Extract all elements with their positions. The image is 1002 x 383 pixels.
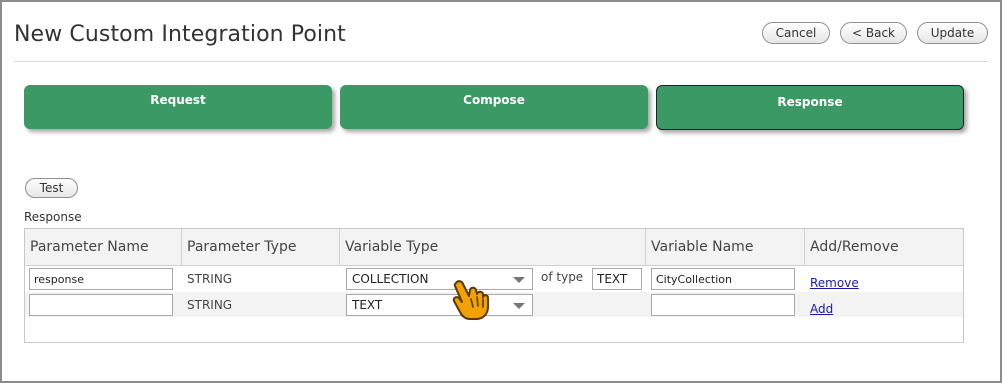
step-response[interactable]: Response [656, 85, 964, 130]
variable-name-input[interactable] [651, 268, 795, 290]
variable-type-selected: TEXT [352, 298, 383, 312]
response-parameters-table: Parameter Name Parameter Type Variable T… [24, 228, 964, 343]
table-header: Parameter Name Parameter Type Variable T… [25, 229, 963, 266]
variable-type-select[interactable]: COLLECTION [346, 268, 533, 290]
header-variable-type: Variable Type [340, 229, 646, 265]
back-button[interactable]: < Back [840, 22, 907, 44]
parameter-name-input[interactable] [29, 268, 173, 290]
chevron-down-icon [513, 277, 525, 283]
page-title: New Custom Integration Point [14, 22, 346, 47]
header-divider [14, 61, 988, 62]
cancel-button[interactable]: Cancel [762, 22, 830, 44]
header-variable-name: Variable Name [646, 229, 805, 265]
parameter-type-value: STRING [187, 298, 233, 312]
variable-type-selected: COLLECTION [352, 272, 429, 286]
test-button[interactable]: Test [25, 178, 78, 198]
table-row: STRING COLLECTION of type Remove [25, 266, 963, 291]
chevron-down-icon [513, 303, 525, 309]
step-compose-label: Compose [463, 93, 525, 107]
update-button[interactable]: Update [917, 22, 988, 44]
step-request-label: Request [150, 93, 206, 107]
add-link[interactable]: Add [810, 302, 833, 316]
step-response-label: Response [777, 95, 843, 109]
step-request[interactable]: Request [24, 85, 332, 129]
variable-name-input[interactable] [651, 294, 795, 316]
header-parameter-type: Parameter Type [182, 229, 340, 265]
of-type-label: of type [541, 270, 584, 284]
table-row: STRING TEXT Add [25, 292, 963, 317]
header-add-remove: Add/Remove [810, 239, 899, 255]
of-type-input[interactable] [592, 268, 642, 290]
parameter-name-input[interactable] [29, 294, 173, 316]
remove-link[interactable]: Remove [810, 276, 859, 290]
variable-type-select[interactable]: TEXT [346, 294, 533, 316]
hand-pointer-icon [452, 280, 489, 320]
parameter-type-value: STRING [187, 272, 233, 286]
header-parameter-name: Parameter Name [25, 229, 182, 265]
response-section-label: Response [24, 210, 82, 224]
step-compose[interactable]: Compose [340, 85, 648, 129]
